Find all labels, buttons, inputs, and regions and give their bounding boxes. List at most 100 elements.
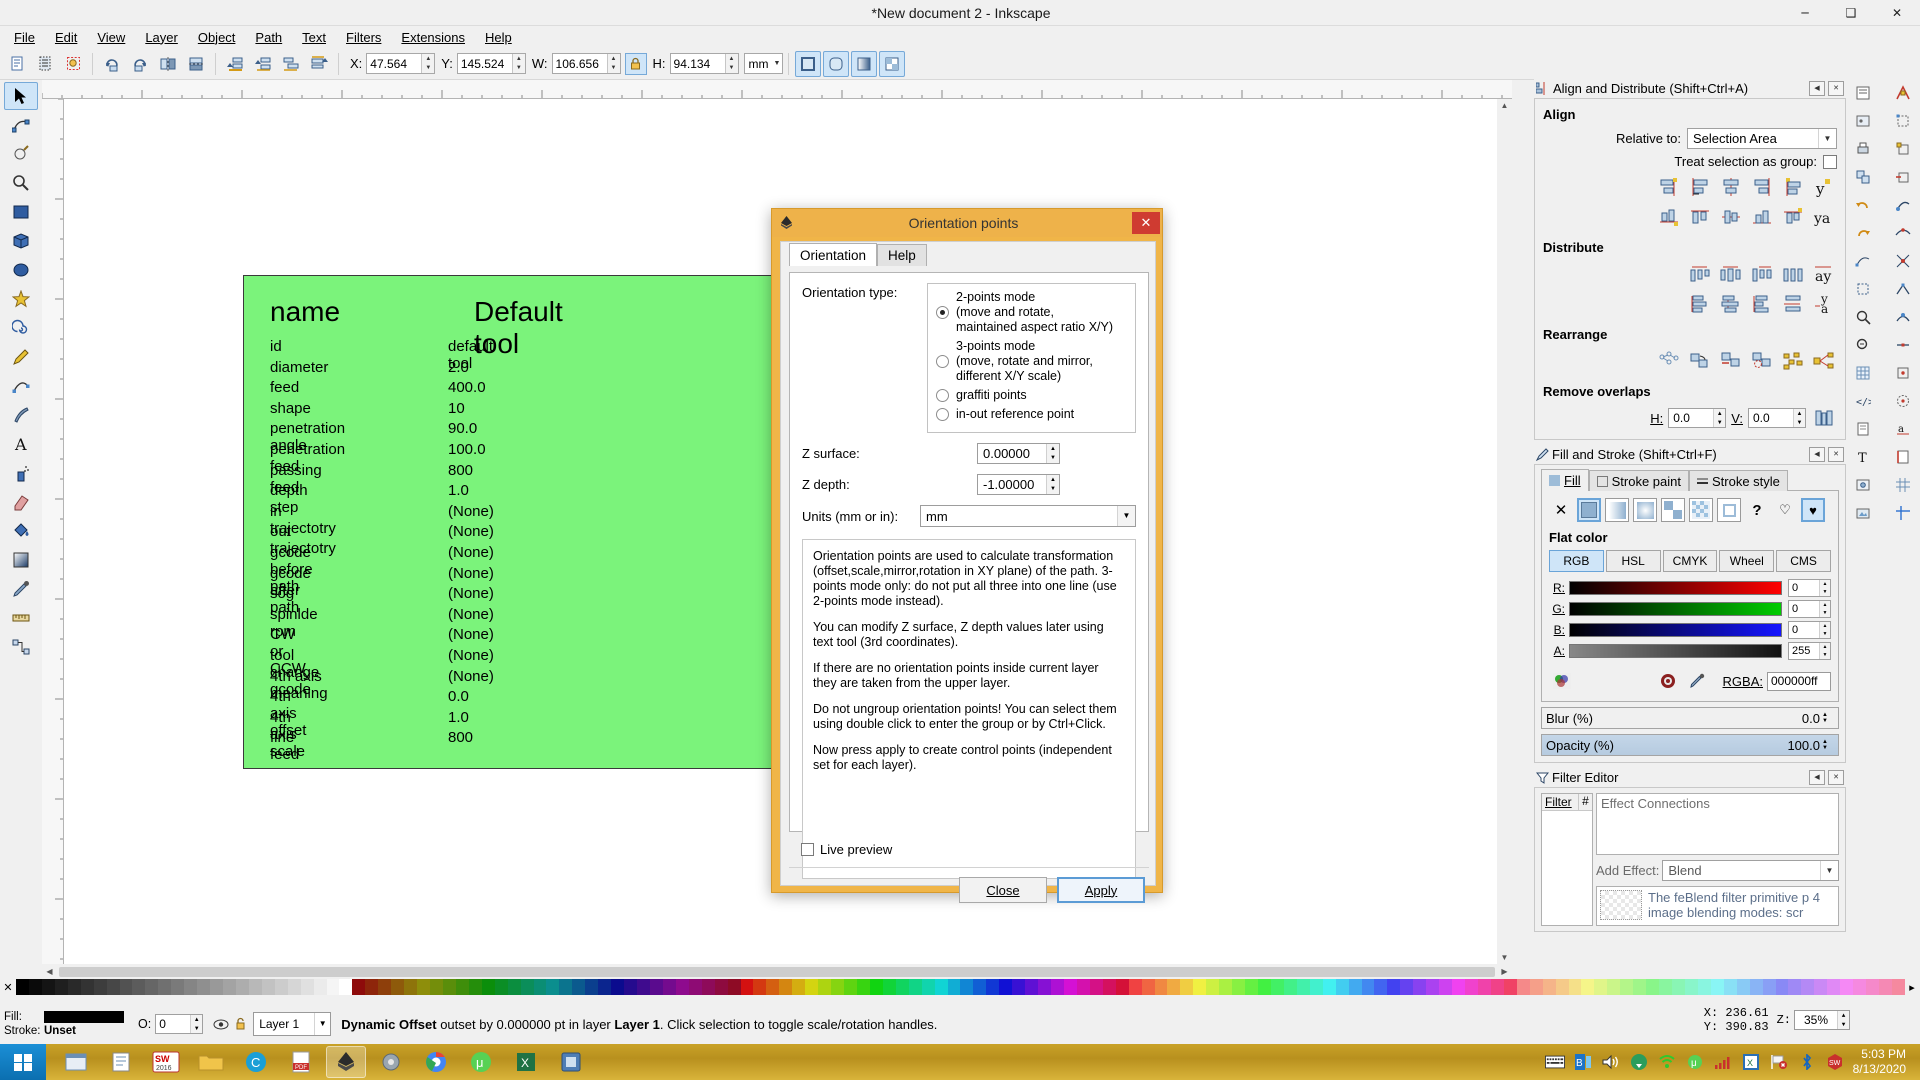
palette-swatch[interactable] <box>171 979 184 995</box>
palette-swatch[interactable] <box>1594 979 1607 995</box>
radio-graffiti-points[interactable] <box>936 389 949 402</box>
palette-swatch[interactable] <box>249 979 262 995</box>
palette-swatch[interactable] <box>935 979 948 995</box>
palette-swatch[interactable] <box>262 979 275 995</box>
horizontal-ruler[interactable] <box>42 80 1512 99</box>
taskbar-app-gear[interactable] <box>371 1046 411 1078</box>
flip-vertical-button[interactable] <box>183 51 209 77</box>
maximize-button[interactable]: ❑ <box>1828 0 1874 26</box>
snap-bounding-box-button[interactable] <box>1890 108 1916 134</box>
menu-path[interactable]: Path <box>245 28 292 47</box>
palette-swatch[interactable] <box>352 979 365 995</box>
live-preview-checkbox[interactable] <box>801 843 814 856</box>
palette-swatch[interactable] <box>909 979 922 995</box>
y-stepper[interactable]: ▲▼ <box>512 54 525 73</box>
palette-swatch[interactable] <box>1180 979 1193 995</box>
palette-swatch[interactable] <box>1763 979 1776 995</box>
palette-swatch[interactable] <box>960 979 973 995</box>
align-right-edge-to-left-anchor-button[interactable] <box>1656 174 1682 200</box>
snap-centers-button[interactable] <box>1890 360 1916 386</box>
swatch-button[interactable] <box>1689 498 1713 522</box>
channel-a-input[interactable] <box>1789 643 1819 659</box>
z-surface-input[interactable] <box>978 444 1046 463</box>
palette-swatch[interactable] <box>1672 979 1685 995</box>
distribute-text-anchors-horizontally-button[interactable]: ay <box>1811 261 1837 287</box>
select-all-layers-button[interactable] <box>32 51 58 77</box>
wifi-icon[interactable] <box>1657 1052 1677 1072</box>
palette-swatch[interactable] <box>1219 979 1232 995</box>
palette-swatch[interactable] <box>1116 979 1129 995</box>
align-text-anchors-horizontally-button[interactable]: y <box>1811 174 1837 200</box>
color-palette[interactable]: ✕ ▸ <box>0 979 1920 995</box>
palette-swatch[interactable] <box>624 979 637 995</box>
opacity-stepper[interactable]: ▲▼ <box>1822 739 1834 751</box>
x-input[interactable] <box>367 54 421 73</box>
palette-swatch[interactable] <box>42 979 55 995</box>
snap-undo-button[interactable] <box>1850 192 1876 218</box>
distribute-left-edges-button[interactable] <box>1687 261 1713 287</box>
channel-b-stepper[interactable]: ▲▼ <box>1819 622 1830 638</box>
h-stepper[interactable]: ▲▼ <box>725 54 738 73</box>
distribute-centers-horizontally-button[interactable] <box>1718 261 1744 287</box>
color-managed-icon[interactable] <box>1549 668 1575 694</box>
dialog-close-action-button[interactable]: Close <box>959 877 1047 903</box>
canvas-vertical-scrollbar[interactable]: ▲ ▼ <box>1497 99 1512 964</box>
tool-calligraphy[interactable] <box>4 401 38 429</box>
tab-stroke-style[interactable]: Stroke style <box>1689 470 1788 491</box>
palette-swatch[interactable] <box>1452 979 1465 995</box>
close-button[interactable]: ✕ <box>1874 0 1920 26</box>
palette-swatch[interactable] <box>986 979 999 995</box>
palette-swatch[interactable] <box>339 979 352 995</box>
overlap-v-input[interactable] <box>1749 409 1793 427</box>
palette-swatch[interactable] <box>702 979 715 995</box>
palette-swatch[interactable] <box>637 979 650 995</box>
target-swatch-icon[interactable] <box>1655 668 1681 694</box>
zoom-control[interactable]: Z: ▲▼ <box>1777 1010 1850 1030</box>
palette-swatch[interactable] <box>314 979 327 995</box>
layer-selector[interactable]: Layer 1 ▼ <box>253 1012 331 1036</box>
unknown-paint-icon[interactable]: ? <box>1745 498 1769 522</box>
palette-swatch[interactable] <box>1310 979 1323 995</box>
palette-swatch[interactable] <box>430 979 443 995</box>
tool-dropper[interactable] <box>4 575 38 603</box>
palette-swatch[interactable] <box>1064 979 1077 995</box>
exchange-positions-zorder-button[interactable] <box>1718 348 1744 374</box>
overlap-v-stepper[interactable]: ▲▼ <box>1793 409 1805 427</box>
tool-pencil[interactable] <box>4 343 38 371</box>
color-mode-wheel[interactable]: Wheel <box>1719 550 1774 572</box>
palette-swatch[interactable] <box>1543 979 1556 995</box>
snap-page-border-button[interactable] <box>1890 444 1916 470</box>
layer-visibility-toggle[interactable] <box>213 1018 229 1031</box>
palette-swatch[interactable] <box>1853 979 1866 995</box>
palette-swatch[interactable] <box>1155 979 1168 995</box>
palette-swatch[interactable] <box>443 979 456 995</box>
align-bottom-edge-to-top-anchor-button[interactable] <box>1656 204 1682 230</box>
palette-swatch[interactable] <box>1517 979 1530 995</box>
palette-swatch[interactable] <box>663 979 676 995</box>
snap-guides-button[interactable] <box>1890 500 1916 526</box>
palette-swatch[interactable] <box>883 979 896 995</box>
vertical-ruler[interactable] <box>42 99 64 964</box>
palette-swatch-strip[interactable] <box>16 979 1904 995</box>
palette-swatch[interactable] <box>16 979 29 995</box>
tool-gradient[interactable] <box>4 546 38 574</box>
snap-toggle-button[interactable] <box>1890 80 1916 106</box>
snap-zoom-page-button[interactable] <box>1850 304 1876 330</box>
dialog-close-button[interactable]: ✕ <box>1132 212 1160 234</box>
palette-swatch[interactable] <box>1892 979 1905 995</box>
taskbar-app-chrome[interactable] <box>416 1046 456 1078</box>
palette-swatch[interactable] <box>184 979 197 995</box>
lower-button[interactable] <box>278 51 304 77</box>
menu-layer[interactable]: Layer <box>135 28 188 47</box>
taskbar-app-notepad[interactable] <box>101 1046 141 1078</box>
minimize-button[interactable]: ─ <box>1782 0 1828 26</box>
filter-editor-collapse-button[interactable]: ◀ <box>1809 770 1825 785</box>
h-input[interactable] <box>671 54 725 73</box>
no-paint-button[interactable]: ✕ <box>1549 498 1573 522</box>
palette-swatch[interactable] <box>1581 979 1594 995</box>
palette-swatch[interactable] <box>210 979 223 995</box>
taskbar-app-solidworks[interactable]: SW2016 <box>146 1046 186 1078</box>
color-mode-cms[interactable]: CMS <box>1776 550 1831 572</box>
color-mode-hsl[interactable]: HSL <box>1606 550 1661 572</box>
live-preview-row[interactable]: Live preview <box>801 842 892 857</box>
